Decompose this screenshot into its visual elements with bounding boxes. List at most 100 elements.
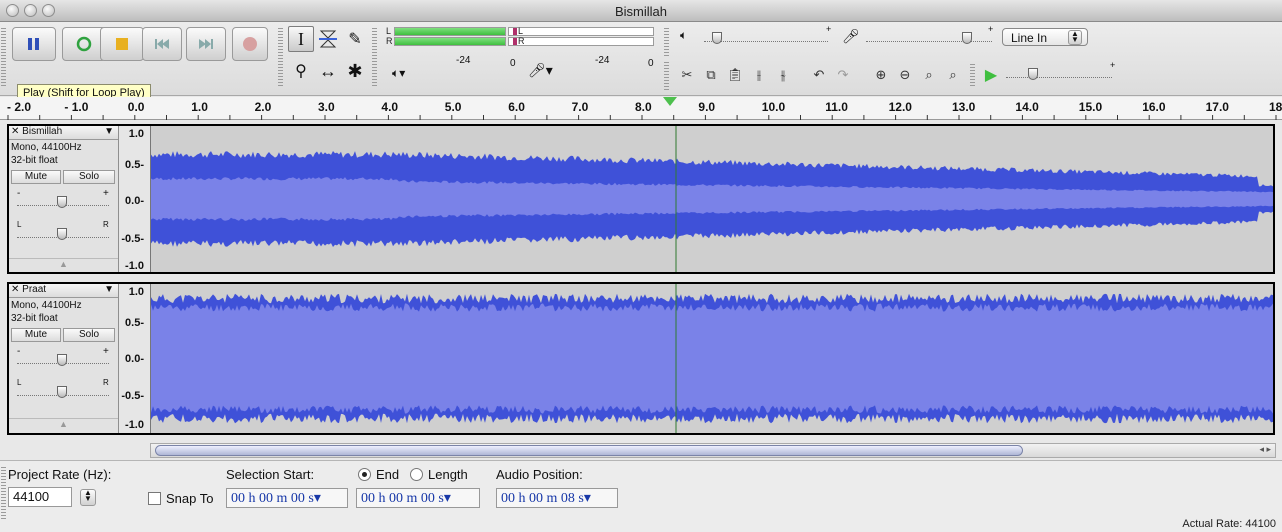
selection-end-field[interactable]: 00 h 00 m 00 s▾ [356, 488, 480, 508]
track-name-menu[interactable]: ✕ Bismillah ▼ [9, 126, 118, 140]
play-speed-thumb[interactable] [1028, 68, 1038, 80]
mute-button[interactable]: Mute [11, 328, 61, 342]
collapse-track-button[interactable]: ▲ [9, 258, 118, 272]
paste-button[interactable]: 📋︎ [724, 64, 746, 86]
ruler-label: 3.0 [318, 100, 335, 114]
length-radio[interactable] [410, 468, 423, 481]
envelope-tool[interactable] [315, 26, 341, 52]
time-format-arrow-icon[interactable]: ▾ [444, 491, 451, 506]
gain-slider-thumb[interactable] [57, 196, 67, 208]
multi-tool[interactable]: ✱ [342, 58, 368, 84]
play-at-speed-button[interactable]: ▶ [980, 64, 1002, 86]
project-rate-stepper[interactable]: ▲ ▼ [80, 489, 96, 506]
waveform-area[interactable] [151, 126, 1273, 272]
track-name-menu[interactable]: ✕ Praat ▼ [9, 284, 118, 298]
record-icon [243, 37, 257, 51]
skip-to-end-button[interactable] [186, 27, 226, 61]
ruler-label: 12.0 [888, 100, 912, 114]
solo-button[interactable]: Solo [63, 170, 115, 184]
waveform-area[interactable] [151, 284, 1273, 433]
timeline-ruler[interactable]: - 2.0 - 1.0 0.0 1.0 2.0 3.0 4.0 5.0 6.0 7.0 8.0 9.0… [0, 97, 1282, 120]
end-radio[interactable] [358, 468, 371, 481]
speaker-dropdown[interactable]: 🔈︎▾ [392, 66, 405, 81]
audio-track-bismillah[interactable]: ✕ Bismillah ▼ Mono, 44100Hz 32-bit float… [7, 124, 1275, 274]
paste-icon: 📋︎ [726, 67, 744, 82]
fit-project-icon: ⌕ [949, 67, 957, 82]
input-volume-thumb[interactable] [962, 32, 972, 44]
output-volume-slider[interactable] [704, 32, 828, 42]
project-rate-value: 44100 [13, 489, 50, 504]
scale-label: 0.0- [125, 195, 144, 207]
close-track-icon[interactable]: ✕ [11, 126, 19, 137]
fit-selection-button[interactable]: ⌕ [918, 64, 940, 86]
toolbar-grip[interactable] [664, 28, 669, 56]
play-loop-icon [76, 36, 92, 52]
scroll-arrows-icon[interactable]: ◂ ▸ [1259, 444, 1271, 455]
time-format-arrow-icon[interactable]: ▾ [584, 491, 591, 506]
trim-button[interactable]: ⫲ [748, 64, 770, 86]
meter-scale-label: 0 [510, 58, 516, 69]
toolbar-grip[interactable] [1, 467, 6, 521]
pause-button[interactable] [12, 27, 56, 61]
snap-to-checkbox[interactable] [148, 492, 161, 505]
selection-start-field[interactable]: 00 h 00 m 00 s▾ [226, 488, 348, 508]
collapse-track-button[interactable]: ▲ [9, 418, 118, 432]
input-meter-left-label: L [518, 26, 524, 36]
project-rate-field[interactable]: 44100 [8, 487, 72, 507]
mic-dropdown[interactable]: 🎤︎▾ [528, 62, 553, 79]
scale-label: 0.0- [125, 353, 144, 365]
output-volume-thumb[interactable] [712, 32, 722, 44]
selection-tool[interactable]: I [288, 26, 314, 52]
pan-slider-thumb[interactable] [57, 228, 67, 240]
close-track-icon[interactable]: ✕ [11, 284, 19, 295]
undo-button[interactable]: ↶ [808, 64, 830, 86]
redo-button[interactable]: ↷ [832, 64, 854, 86]
waveform [151, 126, 1273, 272]
play-speed-slider[interactable] [1006, 68, 1112, 78]
gain-slider-thumb[interactable] [57, 354, 67, 366]
zoom-in-button[interactable]: ⊕ [870, 64, 892, 86]
pan-slider-thumb[interactable] [57, 386, 67, 398]
solo-button[interactable]: Solo [63, 328, 115, 342]
audio-track-praat[interactable]: ✕ Praat ▼ Mono, 44100Hz 32-bit float Mut… [7, 282, 1275, 435]
stop-button[interactable] [100, 27, 144, 61]
pause-icon [28, 38, 39, 50]
toolbar-grip[interactable] [1, 28, 6, 88]
play-icon: ▶ [984, 67, 998, 84]
draw-tool[interactable]: ✎ [342, 26, 368, 52]
record-button[interactable] [232, 27, 268, 61]
time-shift-tool[interactable]: ↔ [315, 58, 341, 84]
ruler-label: 10.0 [761, 100, 786, 114]
time-format-arrow-icon[interactable]: ▾ [314, 491, 321, 506]
zoom-out-button[interactable]: ⊖ [894, 64, 916, 86]
track-name: Bismillah [22, 126, 63, 137]
silence-button[interactable]: ⫳ [772, 64, 794, 86]
copy-button[interactable]: ⧉ [700, 64, 722, 86]
zoom-tool[interactable]: ⚲ [288, 58, 314, 84]
track-format: Mono, 44100Hz [11, 300, 82, 311]
silence-icon: ⫳ [780, 67, 786, 82]
microphone-icon: 🎤︎▾ [528, 62, 553, 78]
track-control-panel: ✕ Praat ▼ Mono, 44100Hz 32-bit float Mut… [9, 284, 119, 433]
toolbar-grip[interactable] [278, 28, 283, 88]
scrollbar-thumb[interactable] [155, 445, 1023, 456]
input-meter-right [508, 37, 654, 46]
zoom-in-icon: ⊕ [875, 67, 887, 82]
audio-position-field[interactable]: 00 h 00 m 08 s▾ [496, 488, 618, 508]
input-volume-slider[interactable] [866, 32, 992, 42]
toolbar-grip[interactable] [970, 64, 975, 86]
ruler-label: 0.0 [127, 100, 145, 114]
scale-label: -1.0 [125, 419, 144, 431]
toolbar-grip[interactable] [664, 62, 669, 90]
horizontal-scrollbar[interactable]: ◂ ▸ [150, 443, 1276, 458]
stop-icon [116, 38, 128, 50]
input-meter-left [508, 27, 654, 36]
skip-to-start-button[interactable] [142, 27, 182, 61]
fit-project-button[interactable]: ⌕ [942, 64, 964, 86]
ruler-label: 2.0 [254, 100, 272, 114]
input-source-arrows[interactable]: ▲ ▼ [1068, 30, 1082, 45]
cut-button[interactable]: ✂ [676, 64, 698, 86]
speaker-icon: 🔈︎▾ [392, 66, 406, 80]
mute-button[interactable]: Mute [11, 170, 61, 184]
toolbar-grip[interactable] [372, 28, 377, 88]
